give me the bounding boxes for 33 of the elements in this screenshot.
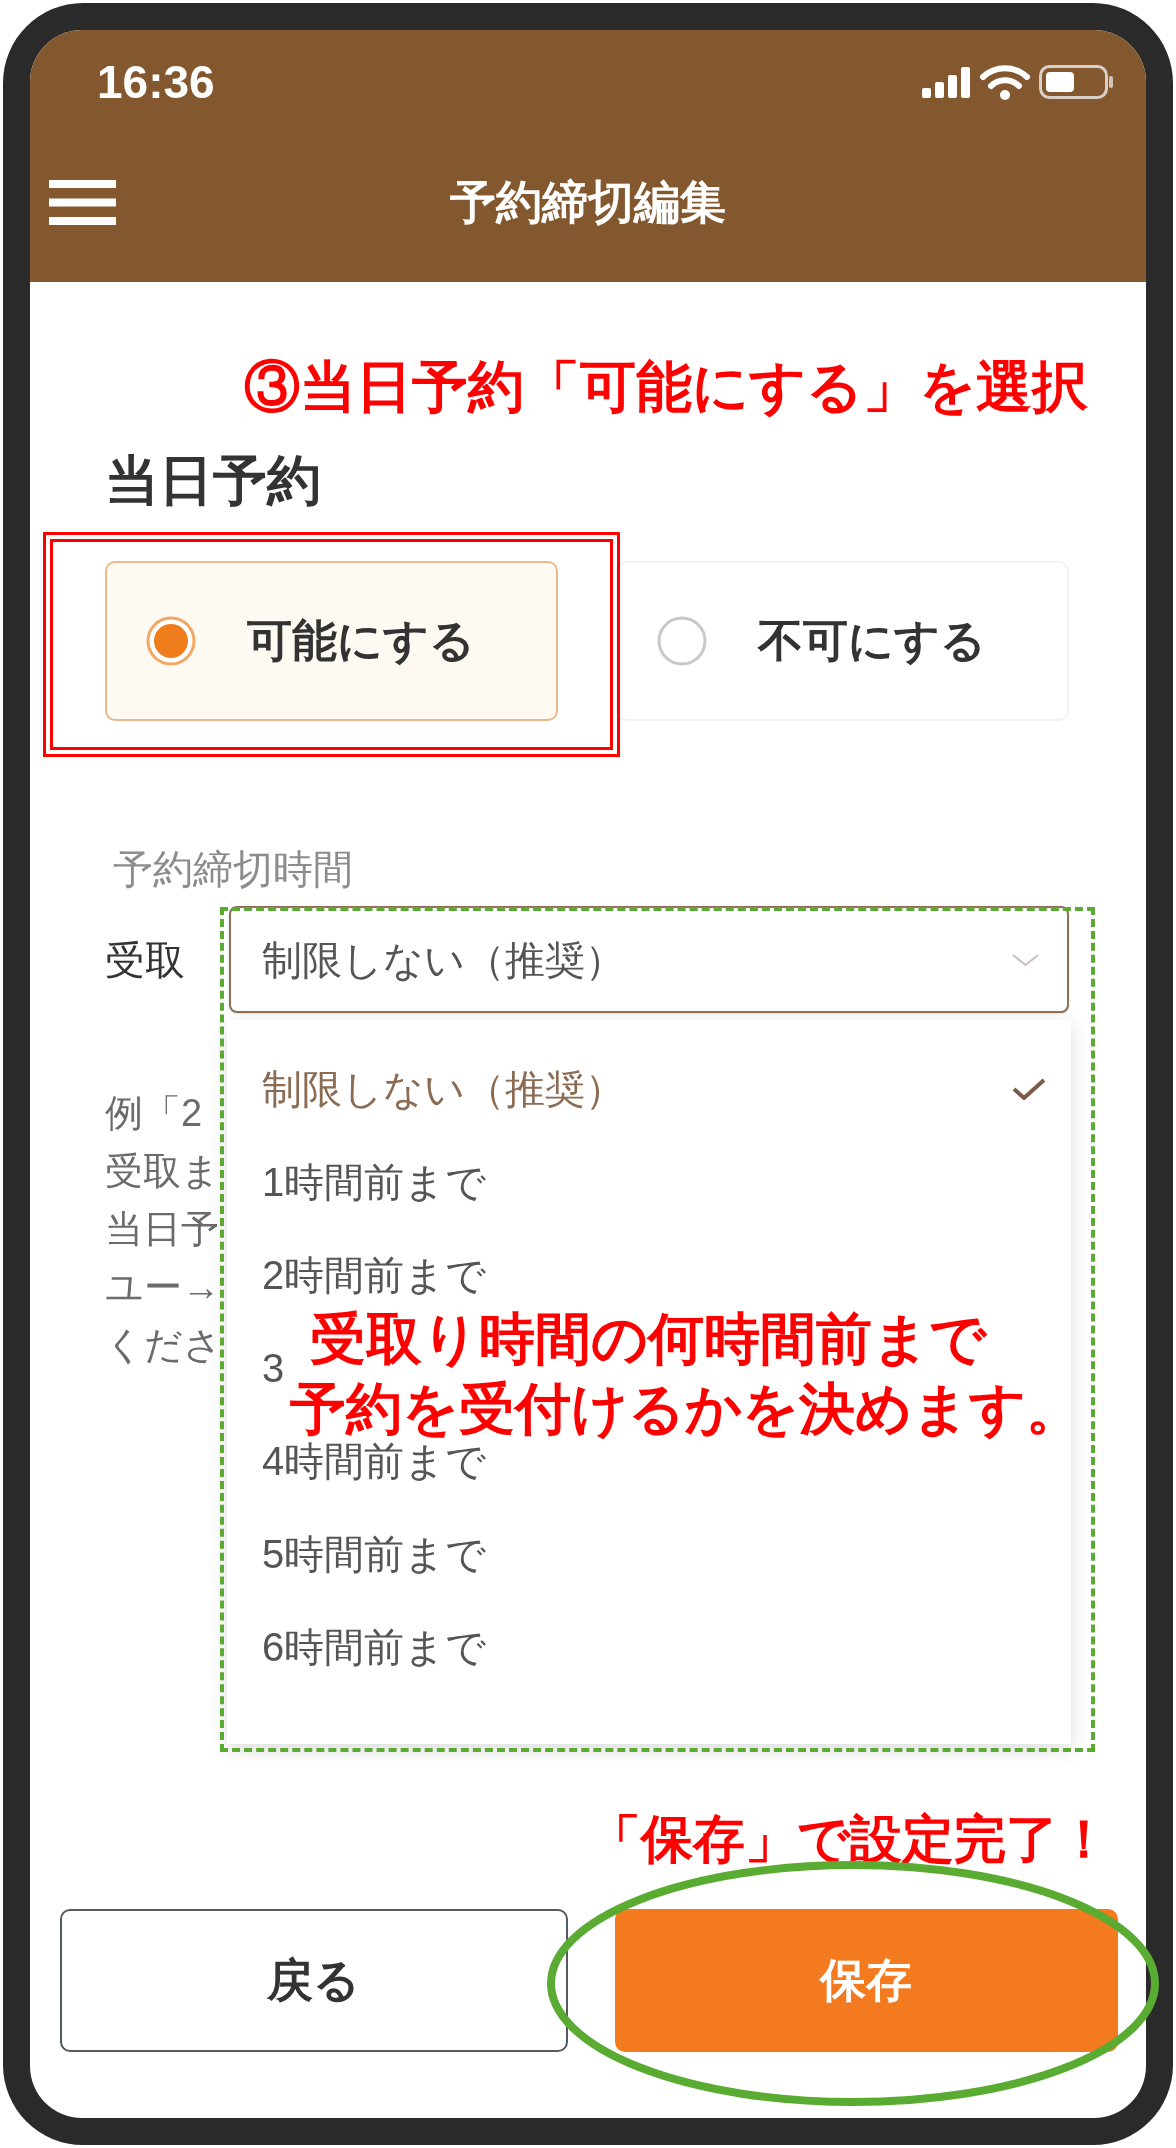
instruction-caption: 「保存」で設定完了！ <box>589 1809 1110 1869</box>
chevron-down-icon <box>1012 953 1039 966</box>
wifi-icon <box>979 63 1031 101</box>
radio-option[interactable]: 可能にする <box>105 561 558 721</box>
status-time: 16:36 <box>97 59 215 105</box>
battery-icon <box>1039 65 1114 99</box>
dropdown-option[interactable]: 3 <box>262 1347 285 1388</box>
example-text: 当日予 <box>105 1207 219 1252</box>
dropdown-option[interactable]: 6時間前まで <box>262 1626 487 1667</box>
example-text: 受取ま <box>105 1149 220 1194</box>
example-text: 例「2 <box>105 1091 203 1136</box>
back-button[interactable]: 戻る <box>60 1909 568 2052</box>
menu-icon[interactable] <box>49 179 116 225</box>
dropdown-option[interactable]: 制限しない（推奨） <box>262 1068 625 1109</box>
example-text: くださ <box>105 1323 222 1368</box>
instruction-caption: 受取り時間の何時間前まで <box>310 1307 986 1371</box>
field-caption: 予約締切時間 <box>113 846 353 893</box>
dropdown-option[interactable]: 5時間前まで <box>262 1533 487 1574</box>
select-field[interactable]: 制限しない（推奨） <box>229 906 1069 1013</box>
dropdown-option[interactable]: 2時間前まで <box>262 1254 487 1295</box>
radio-icon <box>145 615 197 667</box>
radio-icon <box>656 615 708 667</box>
instruction-caption: 予約を受付けるかを決めます。 <box>290 1377 1082 1441</box>
section-heading: 当日予約 <box>105 449 321 512</box>
example-text: ユー→ <box>105 1265 220 1310</box>
dropdown-option[interactable]: 1時間前まで <box>262 1161 487 1202</box>
field-label: 受取 <box>105 936 185 984</box>
dropdown-option[interactable]: 4時間前まで <box>262 1440 487 1481</box>
page-title: 予約締切編集 <box>450 179 726 225</box>
checkmark-icon <box>1012 1077 1046 1100</box>
signal-icon <box>922 66 971 98</box>
instruction-caption: ③当日予約「可能にする」を選択 <box>244 355 1088 419</box>
radio-option[interactable]: 不可にする <box>616 561 1069 721</box>
